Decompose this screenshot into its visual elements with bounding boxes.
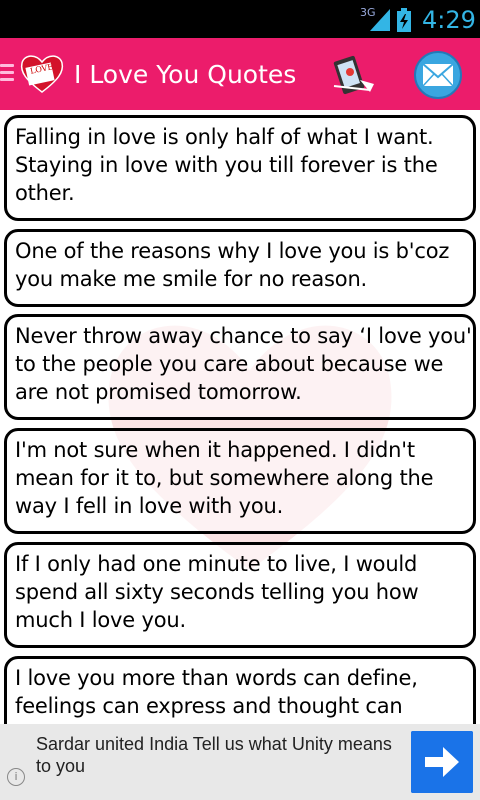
quote-card[interactable]: One of the reasons why I love you is b'c… bbox=[4, 229, 476, 307]
arrow-right-icon[interactable] bbox=[411, 731, 473, 793]
signal-icon bbox=[370, 9, 390, 31]
quote-card[interactable]: I love you more than words can define, f… bbox=[4, 656, 476, 724]
quotes-list[interactable]: Falling in love is only half of what I w… bbox=[0, 110, 480, 724]
quote-card[interactable]: Never throw away chance to say ‘I love y… bbox=[4, 314, 476, 420]
quote-card[interactable]: I'm not sure when it happened. I didn't … bbox=[4, 428, 476, 534]
status-bar: 3G 4:29 bbox=[0, 0, 480, 38]
quote-text: Never throw away chance to say ‘I love y… bbox=[15, 324, 472, 404]
clock: 4:29 bbox=[422, 6, 476, 34]
share-map-phone-icon[interactable] bbox=[330, 52, 376, 96]
ad-banner[interactable]: i Sardar united India Tell us what Unity… bbox=[0, 724, 480, 800]
app-title: I Love You Quotes bbox=[74, 60, 297, 89]
quote-text: One of the reasons why I love you is b'c… bbox=[15, 239, 450, 291]
battery-icon bbox=[397, 8, 411, 32]
mail-icon[interactable] bbox=[412, 50, 464, 100]
quote-text: I love you more than words can define, f… bbox=[15, 666, 418, 718]
quote-text: I'm not sure when it happened. I didn't … bbox=[15, 438, 434, 518]
app-logo[interactable]: LOVE bbox=[18, 52, 66, 94]
quote-card[interactable]: If I only had one minute to live, I woul… bbox=[4, 542, 476, 648]
quote-card[interactable]: Falling in love is only half of what I w… bbox=[4, 115, 476, 221]
info-icon[interactable]: i bbox=[7, 768, 25, 786]
app-bar: LOVE I Love You Quotes bbox=[0, 38, 480, 110]
quote-text: Falling in love is only half of what I w… bbox=[15, 125, 438, 205]
ad-text[interactable]: Sardar united India Tell us what Unity m… bbox=[36, 733, 396, 777]
hamburger-icon[interactable] bbox=[0, 64, 14, 86]
quote-text: If I only had one minute to live, I woul… bbox=[15, 552, 419, 632]
